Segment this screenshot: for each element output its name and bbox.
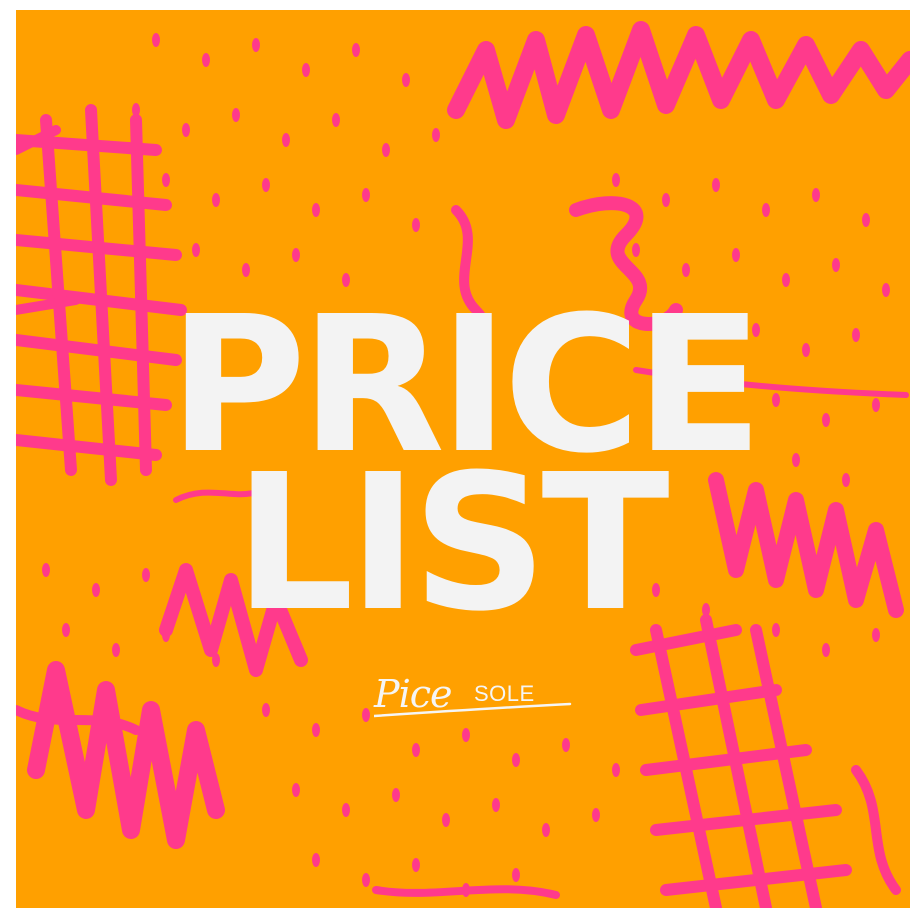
- brand-logo: Pice SOLE: [374, 672, 574, 732]
- headline-list: LIST: [234, 434, 669, 653]
- price-list-poster: PRICE LIST Pice SOLE: [16, 10, 910, 908]
- image-frame: PRICE LIST Pice SOLE: [0, 0, 912, 912]
- logo-brand-text: SOLE: [474, 681, 535, 706]
